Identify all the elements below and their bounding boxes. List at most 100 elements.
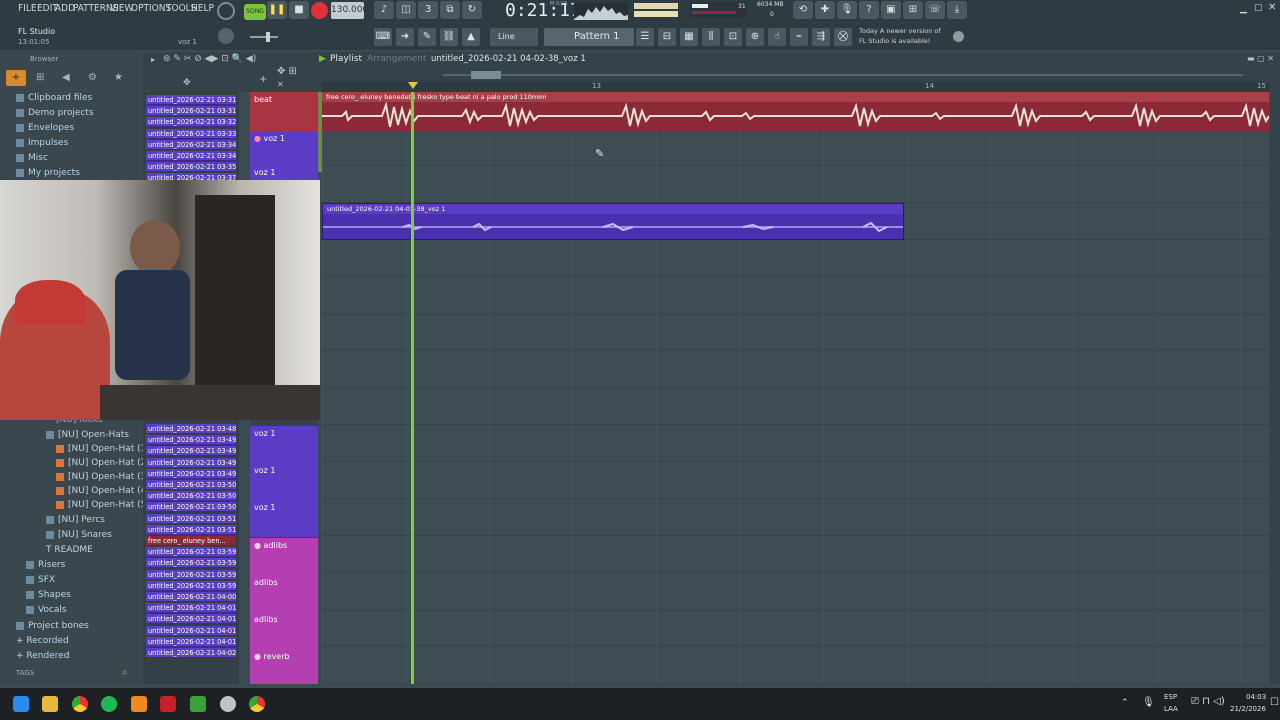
close-icon[interactable]: ✕ <box>277 80 284 89</box>
menu-file[interactable]: FILE <box>18 3 37 14</box>
browser-item-open-hat-3[interactable]: [NU] Open-Hat (3) <box>56 472 150 482</box>
help-icon[interactable]: ? <box>859 1 879 19</box>
pattern-item[interactable]: untitled_2026-02-21 03-33 <box>146 128 236 139</box>
time-display[interactable]: 0:21:17 <box>505 0 581 21</box>
pattern-item[interactable]: untitled_2026-02-21 03-49 <box>146 468 236 479</box>
track-voz-5[interactable]: voz 1 <box>250 500 318 537</box>
chrome-icon[interactable] <box>72 696 88 712</box>
browser-item-impulses[interactable]: Impulses <box>16 138 68 148</box>
browser-item-my-projects[interactable]: My projects <box>16 168 80 178</box>
pattern-item[interactable]: untitled_2026-02-21 03-48 <box>146 424 236 434</box>
mic-icon[interactable]: 🎙 <box>837 1 857 19</box>
browser-item-misc[interactable]: Misc <box>16 153 48 163</box>
browser-item-readme[interactable]: T README <box>46 545 93 555</box>
pattern-item[interactable]: untitled_2026-02-21 03-50 <box>146 502 236 513</box>
add-track-icon[interactable]: + <box>259 74 267 85</box>
step-seq-icon[interactable]: ⊟ <box>658 28 676 46</box>
browser-item-envelopes[interactable]: Envelopes <box>16 123 74 133</box>
record-arm-icon[interactable]: ● <box>254 134 264 143</box>
wait-input-icon[interactable]: ◫ <box>396 1 416 19</box>
save-icon[interactable]: ▣ <box>881 1 901 19</box>
tray-time[interactable]: 04:03 <box>1246 693 1266 701</box>
browser-star-icon[interactable]: ★ <box>114 72 123 83</box>
browser-item-shapes[interactable]: Shapes <box>26 590 71 600</box>
track-voz-3[interactable]: voz 1 <box>250 426 318 463</box>
pattern-item[interactable]: untitled_2026-02-21 03-35 <box>146 162 236 173</box>
channel-knob[interactable] <box>218 28 234 44</box>
browser-add-button[interactable]: + <box>6 70 26 86</box>
pattern-item[interactable]: untitled_2026-02-21 03-31 <box>146 95 236 105</box>
browser-view-icon[interactable]: ⊡ <box>724 28 742 46</box>
pattern-select[interactable]: Pattern 1 <box>544 28 634 46</box>
horizontal-scrollbar[interactable] <box>443 71 1243 79</box>
record-sample-icon[interactable]: ⇶ <box>812 28 830 46</box>
link-icon[interactable]: ⛓ <box>440 28 458 46</box>
playlist-window-buttons[interactable]: ▬ ▢ ✕ <box>1247 54 1274 63</box>
pattern-item[interactable]: free cero_ eluney ben... <box>146 536 236 546</box>
pattern-item[interactable]: untitled_2026-02-21 03-49 <box>146 457 236 468</box>
pattern-item[interactable]: untitled_2026-02-21 04-02 <box>146 648 236 658</box>
render-icon[interactable]: ⊞ <box>903 1 923 19</box>
browser-item-open-hat-1[interactable]: [NU] Open-Hat (1) <box>56 444 150 454</box>
timeline-ruler[interactable]: 13 14 15 <box>322 82 1270 92</box>
stamp-icon[interactable]: ▲ <box>462 28 480 46</box>
piano-roll-icon[interactable]: ⌨ <box>374 28 392 46</box>
browser-item-open-hat-2[interactable]: [NU] Open-Hat (2) <box>56 458 150 468</box>
browser-item-percs[interactable]: [NU] Percs <box>46 515 105 525</box>
pattern-item[interactable]: untitled_2026-02-21 04-00 <box>146 592 236 602</box>
fl-studio-icon[interactable] <box>131 696 147 712</box>
pattern-item[interactable]: untitled_2026-02-21 03-59 <box>146 569 236 580</box>
window-minimize-icon[interactable]: ▁ <box>1240 4 1247 14</box>
mixer-icon[interactable]: ✚ <box>815 1 835 19</box>
track-voz-1[interactable]: ● voz 1 <box>250 131 318 168</box>
zoom-icon[interactable]: ✥ <box>183 78 191 88</box>
playlist-tools-icons[interactable]: ⊚ ✎ ✂ ⊘ ◀▶ ⊡ 🔍 ◀) <box>163 54 256 64</box>
tray-icons[interactable]: ⎚ ⊓ ◁) <box>1191 696 1225 707</box>
browser-item-risers[interactable]: Risers <box>26 560 65 570</box>
track-beat[interactable]: beat <box>250 92 318 131</box>
browser-speaker-icon[interactable]: ◀ <box>62 72 70 83</box>
pattern-item[interactable]: untitled_2026-02-21 04-01 <box>146 614 236 625</box>
tray-chevron-icon[interactable]: ⌃ <box>1121 698 1129 708</box>
download-icon[interactable]: ⤓ <box>947 1 967 19</box>
pattern-item[interactable]: untitled_2026-02-21 03-49 <box>146 446 236 457</box>
tray-lang[interactable]: ESP <box>1164 693 1177 701</box>
tray-date[interactable]: 21/2/2026 <box>1230 705 1266 713</box>
xbox-icon[interactable] <box>190 696 206 712</box>
touch-icon[interactable]: ☝ <box>768 28 786 46</box>
pattern-item[interactable]: untitled_2026-02-21 03-31 <box>146 106 236 117</box>
pattern-item[interactable]: untitled_2026-02-21 03-59 <box>146 580 236 591</box>
track-reverb[interactable]: ● reverb <box>250 649 318 684</box>
pause-button[interactable]: ❚❚ <box>267 1 287 19</box>
browser-folder-icon[interactable]: ⊞ <box>36 72 44 83</box>
master-pitch-slider[interactable] <box>250 32 278 42</box>
browser-item-open-hats[interactable]: [NU] Open-Hats <box>46 430 129 440</box>
browser-item-sfx[interactable]: SFX <box>26 575 55 585</box>
pattern-item[interactable]: untitled_2026-02-21 03-59 <box>146 547 236 558</box>
menu-view[interactable]: VIEW <box>110 3 133 14</box>
track-voz-4[interactable]: voz 1 <box>250 463 318 500</box>
pencil-icon[interactable]: ✎ <box>418 28 436 46</box>
play-icon[interactable]: ▶ <box>319 54 326 64</box>
record-arm-icon[interactable]: ● <box>254 541 264 550</box>
news-icon[interactable] <box>953 31 964 42</box>
stop-button[interactable]: ■ <box>289 1 309 19</box>
clip-voz[interactable]: untitled_2026-02-21 04-02-38_voz 1 <box>322 203 904 240</box>
browser-item-recorded[interactable]: + Recorded <box>16 636 69 646</box>
pattern-item[interactable]: untitled_2026-02-21 03-34 <box>146 151 236 161</box>
clip-beat[interactable]: free cero_ eluney benedetti fresko type … <box>322 92 1270 131</box>
tuner-icon[interactable]: ⌁ <box>790 28 808 46</box>
vertical-scrollbar[interactable] <box>1270 92 1280 684</box>
pattern-item[interactable]: untitled_2026-02-21 03-50 <box>146 480 236 490</box>
browser-item-project-bones[interactable]: Project bones <box>16 621 89 631</box>
tray-mic-icon[interactable]: 🎙 <box>1142 697 1155 708</box>
metronome-icon[interactable]: ♪ <box>374 1 394 19</box>
scroll-arrows-icon[interactable]: ✥ ⊞ <box>277 66 297 77</box>
pattern-item[interactable]: untitled_2026-02-21 03-34 <box>146 139 236 150</box>
windows-start-icon[interactable] <box>13 696 29 712</box>
spotify-icon[interactable] <box>101 696 117 712</box>
mixer-view-icon[interactable]: ⫼ <box>702 28 720 46</box>
pattern-item[interactable]: untitled_2026-02-21 03-50 <box>146 491 236 502</box>
pattern-item[interactable]: untitled_2026-02-21 03-32 <box>146 117 236 128</box>
song-position-marker-icon[interactable] <box>408 82 418 89</box>
